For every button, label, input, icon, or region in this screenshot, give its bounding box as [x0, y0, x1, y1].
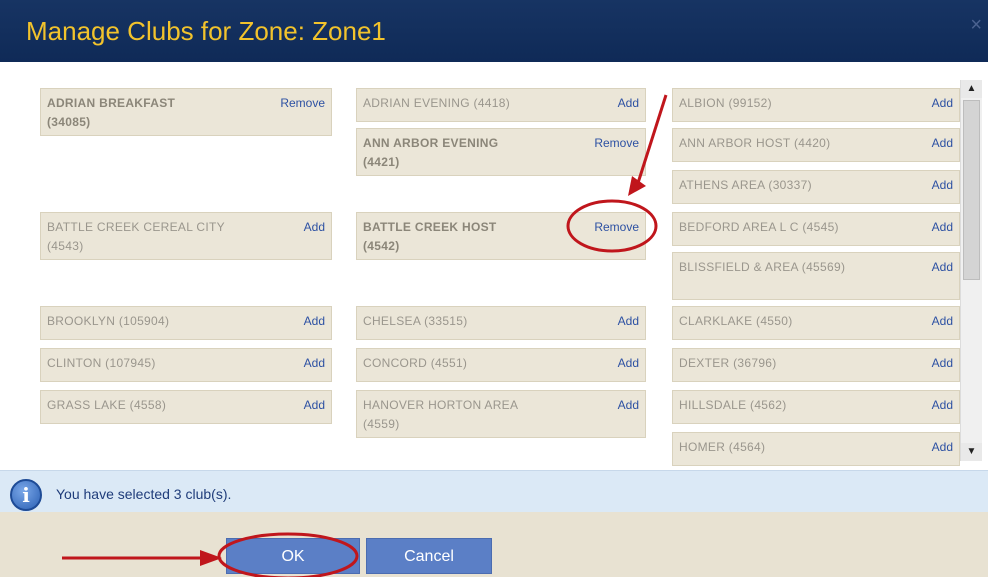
selection-info-bar: i You have selected 3 club(s).	[0, 470, 988, 512]
add-club-link[interactable]: Add	[932, 438, 953, 457]
club-name: BROOKLYN (105904)	[47, 314, 170, 328]
club-card: CONCORD (4551) Add	[356, 348, 646, 382]
add-club-link[interactable]: Add	[304, 218, 325, 237]
club-name: BATTLE CREEK CEREAL CITY (4543)	[47, 220, 225, 253]
club-name: BATTLE CREEK HOST (4542)	[363, 220, 497, 253]
club-name: BLISSFIELD & AREA (45569)	[679, 260, 846, 274]
club-card: BEDFORD AREA L C (4545) Add	[672, 212, 960, 246]
cancel-button[interactable]: Cancel	[366, 538, 492, 574]
dialog-title: Manage Clubs for Zone: Zone1	[26, 16, 386, 46]
club-grid: ADRIAN BREAKFAST (34085) Remove BATTLE CRE…	[0, 62, 988, 470]
club-name: ALBION (99152)	[679, 96, 772, 110]
remove-club-link[interactable]: Remove	[594, 134, 639, 153]
scroll-up-icon[interactable]: ▲	[961, 80, 982, 98]
add-club-link[interactable]: Add	[304, 312, 325, 331]
club-name: BEDFORD AREA L C (4545)	[679, 220, 839, 234]
club-name: GRASS LAKE (4558)	[47, 398, 167, 412]
remove-club-link[interactable]: Remove	[594, 218, 639, 237]
club-name: CLARKLAKE (4550)	[679, 314, 793, 328]
vertical-scrollbar[interactable]: ▲ ▼	[960, 80, 982, 461]
club-name: CONCORD (4551)	[363, 356, 468, 370]
club-card: HANOVER HORTON AREA (4559) Add	[356, 390, 646, 438]
add-club-link[interactable]: Add	[304, 354, 325, 373]
close-icon[interactable]: ×	[970, 14, 982, 37]
club-card: CHELSEA (33515) Add	[356, 306, 646, 340]
club-card: HILLSDALE (4562) Add	[672, 390, 960, 424]
add-club-link[interactable]: Add	[932, 396, 953, 415]
club-name: ANN ARBOR EVENING (4421)	[363, 136, 499, 169]
club-card: CLARKLAKE (4550) Add	[672, 306, 960, 340]
add-club-link[interactable]: Add	[932, 354, 953, 373]
add-club-link[interactable]: Add	[932, 218, 953, 237]
add-club-link[interactable]: Add	[932, 176, 953, 195]
club-card: BATTLE CREEK HOST (4542) Remove	[356, 212, 646, 260]
club-card: ADRIAN BREAKFAST (34085) Remove	[40, 88, 332, 136]
add-club-link[interactable]: Add	[932, 258, 953, 277]
club-card: ADRIAN EVENING (4418) Add	[356, 88, 646, 122]
remove-club-link[interactable]: Remove	[280, 94, 325, 113]
add-club-link[interactable]: Add	[932, 94, 953, 113]
club-name: CHELSEA (33515)	[363, 314, 468, 328]
club-card: BROOKLYN (105904) Add	[40, 306, 332, 340]
club-card: DEXTER (36796) Add	[672, 348, 960, 382]
add-club-link[interactable]: Add	[932, 134, 953, 153]
club-name: ANN ARBOR HOST (4420)	[679, 136, 831, 150]
dialog-titlebar: Manage Clubs for Zone: Zone1 ×	[0, 0, 988, 62]
club-card: ANN ARBOR EVENING (4421) Remove	[356, 128, 646, 176]
club-card: ATHENS AREA (30337) Add	[672, 170, 960, 204]
club-card: ANN ARBOR HOST (4420) Add	[672, 128, 960, 162]
club-card: ALBION (99152) Add	[672, 88, 960, 122]
add-club-link[interactable]: Add	[304, 396, 325, 415]
add-club-link[interactable]: Add	[618, 94, 639, 113]
club-name: ADRIAN BREAKFAST (34085)	[47, 96, 176, 129]
club-card: BATTLE CREEK CEREAL CITY (4543) Add	[40, 212, 332, 260]
dialog-footer: OK Cancel	[0, 512, 988, 577]
scroll-down-icon[interactable]: ▼	[961, 443, 982, 461]
club-name: HILLSDALE (4562)	[679, 398, 787, 412]
add-club-link[interactable]: Add	[618, 312, 639, 331]
club-name: ATHENS AREA (30337)	[679, 178, 812, 192]
club-card: HOMER (4564) Add	[672, 432, 960, 466]
club-card: GRASS LAKE (4558) Add	[40, 390, 332, 424]
ok-button[interactable]: OK	[226, 538, 360, 574]
info-icon: i	[10, 479, 42, 511]
club-name: HANOVER HORTON AREA (4559)	[363, 398, 518, 431]
club-name: HOMER (4564)	[679, 440, 766, 454]
club-card: BLISSFIELD & AREA (45569) Add	[672, 252, 960, 300]
scroll-thumb[interactable]	[963, 100, 980, 280]
selection-count-message: You have selected 3 club(s).	[56, 486, 232, 502]
club-name: ADRIAN EVENING (4418)	[363, 96, 511, 110]
add-club-link[interactable]: Add	[618, 396, 639, 415]
add-club-link[interactable]: Add	[618, 354, 639, 373]
club-name: DEXTER (36796)	[679, 356, 777, 370]
add-club-link[interactable]: Add	[932, 312, 953, 331]
club-card: CLINTON (107945) Add	[40, 348, 332, 382]
club-name: CLINTON (107945)	[47, 356, 156, 370]
